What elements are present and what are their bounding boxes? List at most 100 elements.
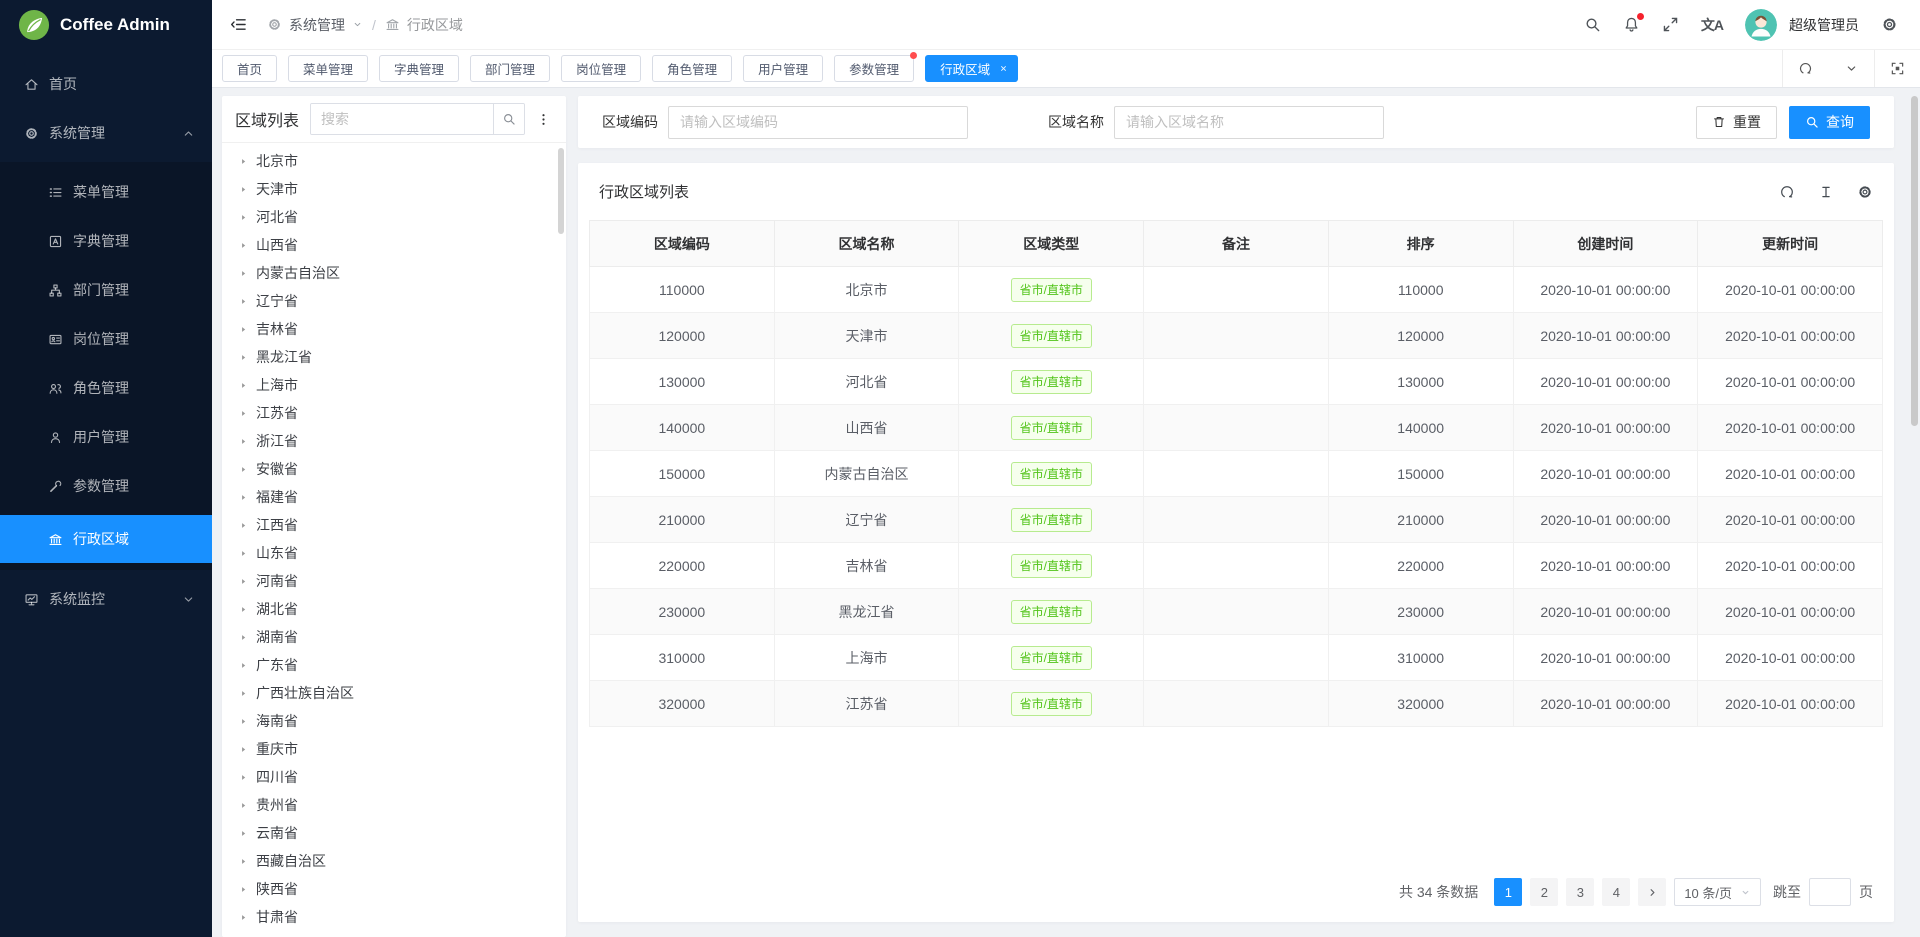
query-button-label: 查询 xyxy=(1826,112,1854,132)
tab-user-management[interactable]: 用户管理 xyxy=(743,55,823,82)
table-tools xyxy=(1779,184,1873,200)
refresh-icon[interactable] xyxy=(1779,184,1795,200)
sidebar-item-role-management[interactable]: 角色管理 xyxy=(0,368,212,408)
tree-item[interactable]: 陕西省 xyxy=(222,875,566,903)
tree-item[interactable]: 内蒙古自治区 xyxy=(222,259,566,287)
tree-item[interactable]: 山东省 xyxy=(222,539,566,567)
dots-icon[interactable] xyxy=(536,112,551,127)
page-button-2[interactable]: 2 xyxy=(1530,878,1558,906)
tree-item[interactable]: 四川省 xyxy=(222,763,566,791)
sidebar-item-param-management[interactable]: 参数管理 xyxy=(0,466,212,506)
tree-item[interactable]: 河南省 xyxy=(222,567,566,595)
settings-gear-icon[interactable] xyxy=(1881,16,1898,33)
cell-type: 省市/直辖市 xyxy=(959,635,1144,681)
tree-item[interactable]: 西藏自治区 xyxy=(222,847,566,875)
tree-search-input[interactable] xyxy=(311,104,493,134)
tree-item[interactable]: 云南省 xyxy=(222,819,566,847)
table-row[interactable]: 130000河北省省市/直辖市1300002020-10-01 00:00:00… xyxy=(590,359,1883,405)
sidebar-item-user-management[interactable]: 用户管理 xyxy=(0,417,212,457)
sidebar-item-system-monitor[interactable]: 系统监控 xyxy=(0,579,212,619)
tree-item[interactable]: 上海市 xyxy=(222,371,566,399)
search-icon[interactable] xyxy=(1584,16,1601,33)
bell-icon[interactable] xyxy=(1623,16,1640,33)
tree-item[interactable]: 北京市 xyxy=(222,147,566,175)
chevron-down-icon xyxy=(181,592,196,607)
chevron-down-icon[interactable] xyxy=(1828,50,1874,87)
text-height-icon[interactable] xyxy=(1818,184,1834,200)
next-page-button[interactable] xyxy=(1638,878,1666,906)
tree-item[interactable]: 海南省 xyxy=(222,707,566,735)
tab-param-management[interactable]: 参数管理 xyxy=(834,55,914,82)
tree-item[interactable]: 吉林省 xyxy=(222,315,566,343)
tree-item[interactable]: 湖北省 xyxy=(222,595,566,623)
search-icon[interactable] xyxy=(493,104,524,134)
tab-dict-management[interactable]: 字典管理 xyxy=(379,55,459,82)
sidebar-item-dept-management[interactable]: 部门管理 xyxy=(0,270,212,310)
breadcrumb-section[interactable]: 系统管理 xyxy=(289,15,345,35)
tree-item[interactable]: 甘肃省 xyxy=(222,903,566,931)
table-row[interactable]: 120000天津市省市/直辖市1200002020-10-01 00:00:00… xyxy=(590,313,1883,359)
fullscreen-icon[interactable] xyxy=(1662,16,1679,33)
logo[interactable]: Coffee Admin xyxy=(0,0,212,50)
tree-item[interactable]: 浙江省 xyxy=(222,427,566,455)
region-name-input[interactable] xyxy=(1114,106,1384,139)
table-row[interactable]: 110000北京市省市/直辖市1100002020-10-01 00:00:00… xyxy=(590,267,1883,313)
tree-item[interactable]: 黑龙江省 xyxy=(222,343,566,371)
menu-fold-icon[interactable] xyxy=(230,16,247,33)
region-code-input[interactable] xyxy=(668,106,968,139)
sidebar-item-system-management[interactable]: 系统管理 xyxy=(0,113,212,153)
table-row[interactable]: 230000黑龙江省省市/直辖市2300002020-10-01 00:00:0… xyxy=(590,589,1883,635)
tree-item[interactable]: 安徽省 xyxy=(222,455,566,483)
table-row[interactable]: 310000上海市省市/直辖市3100002020-10-01 00:00:00… xyxy=(590,635,1883,681)
tab-dept-management[interactable]: 部门管理 xyxy=(470,55,550,82)
tree-item[interactable]: 重庆市 xyxy=(222,735,566,763)
tree-item[interactable]: 福建省 xyxy=(222,483,566,511)
tab-post-management[interactable]: 岗位管理 xyxy=(561,55,641,82)
tree-item[interactable]: 广西壮族自治区 xyxy=(222,679,566,707)
tree-item-label: 吉林省 xyxy=(256,319,298,339)
cell-remark xyxy=(1144,635,1329,681)
sidebar-item-admin-region[interactable]: 行政区域 xyxy=(0,515,212,563)
translate-icon[interactable]: 文A xyxy=(1701,15,1723,35)
page-scrollbar[interactable] xyxy=(1911,96,1918,426)
cell-created: 2020-10-01 00:00:00 xyxy=(1513,267,1698,313)
tree-item[interactable]: 江西省 xyxy=(222,511,566,539)
user-name[interactable]: 超级管理员 xyxy=(1789,15,1859,35)
table-row[interactable]: 210000辽宁省省市/直辖市2100002020-10-01 00:00:00… xyxy=(590,497,1883,543)
sidebar-item-post-management[interactable]: 岗位管理 xyxy=(0,319,212,359)
expand-icon[interactable] xyxy=(1874,50,1920,87)
sidebar-item-home[interactable]: 首页 xyxy=(0,64,212,104)
tree-item[interactable]: 贵州省 xyxy=(222,791,566,819)
tab-menu-management[interactable]: 菜单管理 xyxy=(288,55,368,82)
page-button-3[interactable]: 3 xyxy=(1566,878,1594,906)
tree-item[interactable]: 辽宁省 xyxy=(222,287,566,315)
tree-item[interactable]: 天津市 xyxy=(222,175,566,203)
table-row[interactable]: 320000江苏省省市/直辖市3200002020-10-01 00:00:00… xyxy=(590,681,1883,727)
page-button-4[interactable]: 4 xyxy=(1602,878,1630,906)
reset-button[interactable]: 重置 xyxy=(1696,106,1777,139)
page-size-select[interactable]: 10 条/页 xyxy=(1674,878,1761,906)
tab-home[interactable]: 首页 xyxy=(222,55,277,82)
tab-admin-region[interactable]: 行政区域 xyxy=(925,55,1018,82)
table-row[interactable]: 140000山西省省市/直辖市1400002020-10-01 00:00:00… xyxy=(590,405,1883,451)
avatar[interactable] xyxy=(1745,9,1777,41)
tree-scrollbar[interactable] xyxy=(558,148,564,234)
page-button-1[interactable]: 1 xyxy=(1494,878,1522,906)
tree-item-label: 江苏省 xyxy=(256,403,298,423)
gear-icon[interactable] xyxy=(1857,184,1873,200)
sidebar-item-menu-management[interactable]: 菜单管理 xyxy=(0,172,212,212)
tree-item[interactable]: 湖南省 xyxy=(222,623,566,651)
tree-item[interactable]: 广东省 xyxy=(222,651,566,679)
tree-item[interactable]: 江苏省 xyxy=(222,399,566,427)
table-row[interactable]: 150000内蒙古自治区省市/直辖市1500002020-10-01 00:00… xyxy=(590,451,1883,497)
refresh-icon[interactable] xyxy=(1782,50,1828,87)
tree-item[interactable]: 山西省 xyxy=(222,231,566,259)
caret-right-icon xyxy=(239,717,248,726)
jump-page-input[interactable] xyxy=(1809,878,1851,906)
query-button[interactable]: 查询 xyxy=(1789,106,1870,139)
tree-item[interactable]: 河北省 xyxy=(222,203,566,231)
tab-role-management[interactable]: 角色管理 xyxy=(652,55,732,82)
table-row[interactable]: 220000吉林省省市/直辖市2200002020-10-01 00:00:00… xyxy=(590,543,1883,589)
tree-item[interactable]: 青海省 xyxy=(222,931,566,937)
sidebar-item-dict-management[interactable]: 字典管理 xyxy=(0,221,212,261)
